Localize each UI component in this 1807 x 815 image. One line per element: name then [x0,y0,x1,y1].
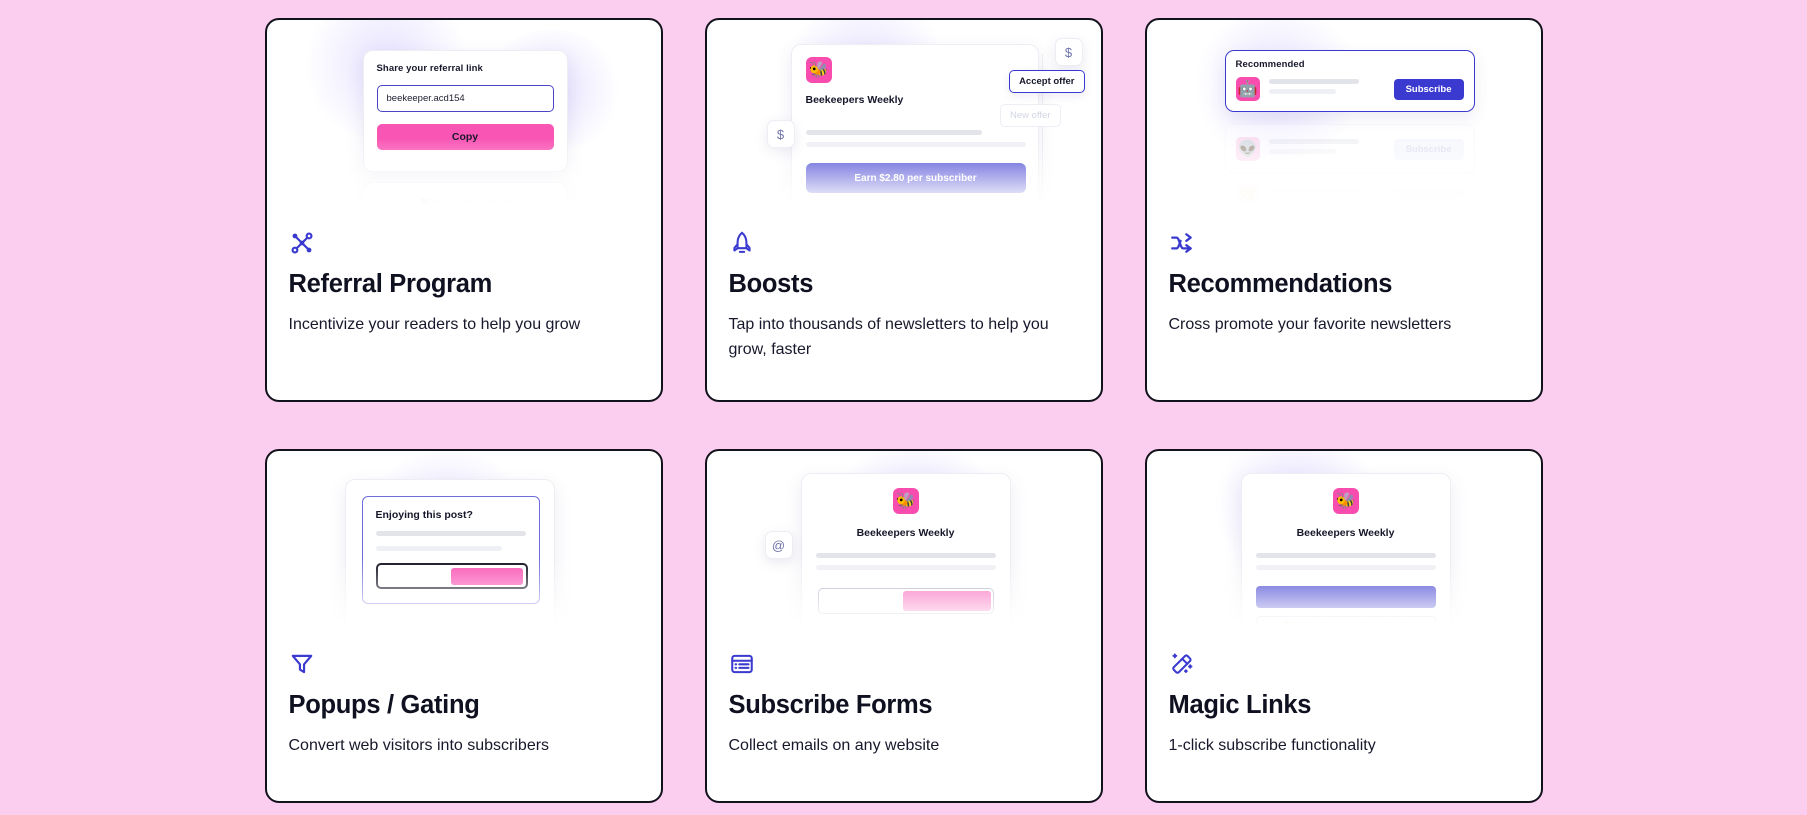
referral-text-block: Referral Program Incentivize your reader… [267,230,661,400]
card-description: Convert web visitors into subscribers [288,737,550,755]
boost-offer-panel: 🐝 Beekeepers Weekly Earn $2.80 per subsc… [790,44,1039,219]
feature-card-magic-links[interactable]: 🐝 Beekeepers Weekly 🎉 You're now subscri… [1144,449,1543,803]
subscribe-button[interactable]: Subscribe [1393,186,1464,208]
recommendation-text-placeholder [1268,139,1385,159]
boosts-illustration: 🐝 Beekeepers Weekly Earn $2.80 per subsc… [706,20,1101,230]
recommended-panel: Recommended 🤖 Subscribe [1224,50,1475,112]
recommended-label: Recommended [1235,59,1305,70]
placeholder-bar [1255,565,1436,570]
new-subscriber-toast: 🎉 New subscriber! [362,182,568,230]
rocket-icon [729,230,1079,256]
card-title: Popups / Gating [288,691,480,719]
referral-illustration: Share your referral link beekeeper.acd15… [266,20,661,230]
placeholder-bar [805,130,982,135]
placeholder-bar [375,546,502,551]
popup-headline: Enjoying this post? [375,509,473,521]
recommendation-row[interactable]: 🤖 Subscribe [1235,77,1464,101]
robot-avatar-icon: 🤖 [1235,77,1260,101]
popup-modal: Enjoying this post? [361,496,540,604]
referral-link-panel: Share your referral link beekeeper.acd15… [362,50,568,172]
new-offer-chip[interactable]: New offer [1000,104,1061,127]
subscribe-forms-illustration: 🐝 Beekeepers Weekly @ @ [706,451,1101,651]
newsletter-name: Beekeepers Weekly [856,527,955,539]
subscribed-toast: 🎉 You're now subscribed! [1255,616,1436,638]
placeholder-bar [1268,89,1336,94]
subscribe-form-panel: 🐝 Beekeepers Weekly [800,473,1011,651]
at-sign-badge-icon: @ [764,531,793,559]
magic-links-text-block: Magic Links 1-click subscribe functional… [1147,651,1541,801]
popup-submit-button[interactable] [451,567,523,585]
recommendation-row[interactable]: 🐱 Subscribe [1224,172,1475,222]
feature-card-subscribe-forms[interactable]: 🐝 Beekeepers Weekly @ @ Subscribe Forms … [704,449,1103,803]
subscribed-label: You're now subscribed! [1302,621,1409,633]
feature-card-boosts[interactable]: 🐝 Beekeepers Weekly Earn $2.80 per subsc… [704,18,1103,402]
copy-button[interactable]: Copy [376,124,554,150]
referral-link-input[interactable]: beekeeper.acd154 [376,85,554,112]
placeholder-bar [1268,79,1360,84]
magic-link-panel: 🐝 Beekeepers Weekly 🎉 You're now subscri… [1240,473,1451,651]
at-sign-badge-icon: @ [1030,629,1059,651]
card-title: Recommendations [1168,270,1393,298]
dollar-badge-icon: $ [766,120,795,148]
card-title: Subscribe Forms [728,691,933,719]
recommendation-text-placeholder [1268,79,1385,99]
form-list-icon [729,651,1079,677]
subscribe-button[interactable]: Subscribe [1393,138,1464,160]
network-nodes-icon [289,230,639,256]
card-description: Collect emails on any website [728,737,940,755]
placeholder-bar [1268,197,1336,202]
placeholder-bar [1268,139,1360,144]
recommendations-text-block: Recommendations Cross promote your favor… [1147,230,1541,400]
dollar-badge-icon: $ [1054,38,1083,66]
popup-subscribe-form[interactable] [375,563,528,589]
cat-avatar-icon: 🐱 [1235,185,1260,209]
feature-card-popups-gating[interactable]: Enjoying this post? Popups / Gating Conv… [264,449,663,803]
newsletter-logo-icon: 🐝 [1332,488,1359,514]
placeholder-bar [815,553,996,558]
popups-text-block: Popups / Gating Convert web visitors int… [267,651,661,801]
recommendations-illustration: Recommended 🤖 Subscribe 👽 Subscribe 🐱 Su… [1146,20,1541,230]
magic-wand-icon [1169,651,1519,677]
card-title: Magic Links [1168,691,1312,719]
shuffle-icon [1169,230,1519,256]
placeholder-bar [815,565,996,570]
subscribe-submit-button[interactable] [902,591,991,611]
website-frame: Enjoying this post? [344,479,555,651]
party-popper-icon: 🎉 [418,199,431,210]
card-description: Cross promote your favorite newsletters [1168,316,1452,334]
card-description: Incentivize your readers to help you gro… [288,316,581,334]
boosts-text-block: Boosts Tap into thousands of newsletters… [707,230,1101,400]
newsletter-logo-icon: 🐝 [892,488,919,514]
newsletter-name: Beekeepers Weekly [1296,527,1395,539]
funnel-icon [289,651,639,677]
card-title: Boosts [728,270,814,298]
card-description: Tap into thousands of newsletters to hel… [728,316,1049,358]
placeholder-bar [805,142,1026,147]
earn-per-subscriber-button[interactable]: Earn $2.80 per subscriber [805,163,1026,193]
recommendation-row[interactable]: 👽 Subscribe [1224,124,1475,174]
placeholder-bar [1255,553,1436,558]
placeholder-bar [375,531,526,536]
recommendation-text-placeholder [1268,187,1385,207]
email-subscribe-form[interactable] [817,588,994,614]
magic-subscribe-button[interactable] [1255,586,1436,608]
card-description: 1-click subscribe functionality [1168,737,1376,755]
magic-links-illustration: 🐝 Beekeepers Weekly 🎉 You're now subscri… [1146,451,1541,651]
feature-card-grid: Share your referral link beekeeper.acd15… [0,0,1807,815]
placeholder-bar [1268,149,1336,154]
feature-card-referral-program[interactable]: Share your referral link beekeeper.acd15… [264,18,663,402]
popups-illustration: Enjoying this post? [266,451,661,651]
subscribe-button[interactable]: Subscribe [1393,78,1464,100]
new-subscriber-label: New subscriber! [433,199,512,210]
newsletter-logo-icon: 🐝 [805,57,832,83]
feature-card-recommendations[interactable]: Recommended 🤖 Subscribe 👽 Subscribe 🐱 Su… [1144,18,1543,402]
party-popper-icon: 🎉 [1282,621,1295,633]
accept-offer-button[interactable]: Accept offer [1009,70,1085,93]
subscribe-forms-text-block: Subscribe Forms Collect emails on any we… [707,651,1101,801]
placeholder-bar [1268,187,1360,192]
referral-panel-label: Share your referral link [376,63,483,74]
alien-avatar-icon: 👽 [1235,137,1260,161]
card-title: Referral Program [288,270,493,298]
newsletter-name: Beekeepers Weekly [805,94,904,106]
